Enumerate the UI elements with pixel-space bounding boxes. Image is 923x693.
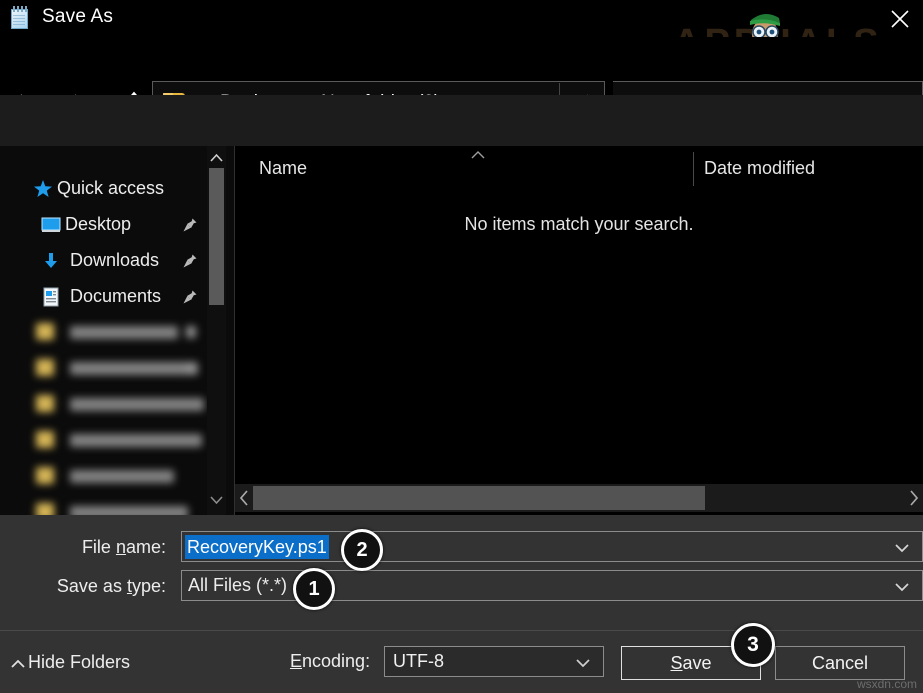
save-as-type-label: Save as type: (0, 576, 166, 597)
navigation-pane: Quick access Desktop Downloads (0, 146, 235, 515)
column-header-name[interactable]: Name (259, 158, 307, 179)
folder-icon (36, 467, 54, 484)
scrollbar-thumb[interactable] (209, 168, 224, 305)
scrollbar-thumb[interactable] (253, 486, 705, 510)
notepad-icon (9, 6, 31, 30)
toolbar: Organize New folder ? (0, 95, 923, 146)
scroll-up-button[interactable] (207, 148, 226, 168)
sort-ascending-icon (467, 148, 489, 162)
sidebar-label: Documents (70, 286, 161, 307)
sidebar-item-redacted[interactable] (0, 315, 215, 351)
chevron-down-icon (211, 497, 222, 503)
desktop-icon (41, 215, 61, 235)
sidebar-scrollbar[interactable] (207, 146, 226, 515)
encoding-combo[interactable]: UTF-8 (384, 646, 604, 677)
downloads-icon (41, 251, 61, 271)
chevron-down-icon (896, 545, 908, 551)
navigation-bar: « Desktop › New folder (2) Search New fo… (0, 37, 923, 95)
cancel-button[interactable]: Cancel (775, 646, 905, 680)
redacted-label (70, 470, 174, 483)
column-header-row: Name Date modified (235, 146, 923, 190)
footer-bar: Hide Folders Encoding: UTF-8 Save Cancel… (0, 630, 923, 693)
encoding-value: UTF-8 (393, 651, 444, 672)
pin-icon[interactable] (182, 289, 198, 305)
scroll-left-button[interactable] (237, 488, 251, 508)
annotation-badge-1: 1 (293, 568, 335, 610)
file-name-label: File name: (0, 537, 166, 558)
sidebar-label: Desktop (65, 214, 131, 235)
chevron-down-icon (896, 584, 908, 590)
star-icon (33, 179, 53, 199)
annotation-badge-2: 2 (341, 529, 383, 571)
column-divider[interactable] (693, 152, 694, 186)
sidebar-label: Downloads (70, 250, 159, 271)
pin-icon[interactable] (182, 253, 198, 269)
redacted-label (70, 398, 204, 411)
close-button[interactable] (877, 0, 923, 34)
redacted-label (70, 362, 198, 375)
file-name-value[interactable]: RecoveryKey.ps1 (185, 535, 329, 559)
annotation-badge-3: 3 (731, 623, 775, 667)
hide-folders-label[interactable]: Hide Folders (28, 652, 130, 673)
save-as-type-value: All Files (*.*) (188, 575, 287, 596)
sidebar-item-desktop[interactable]: Desktop (0, 208, 200, 242)
redacted-label (70, 326, 178, 339)
sidebar-item-quick-access[interactable]: Quick access (0, 172, 200, 206)
file-name-dropdown-button[interactable] (892, 541, 912, 555)
sidebar-item-documents[interactable]: Documents (0, 280, 200, 314)
folder-icon (36, 359, 54, 376)
chevron-left-icon (241, 491, 247, 505)
chevron-up-icon (211, 155, 222, 161)
close-icon (890, 9, 910, 29)
file-list-scrollbar[interactable] (235, 484, 923, 512)
scroll-right-button[interactable] (907, 488, 921, 508)
save-as-dialog: Save As APPUALS (0, 0, 923, 693)
redacted-label (70, 434, 202, 447)
folder-icon (36, 395, 54, 412)
folder-icon (36, 431, 54, 448)
empty-list-message: No items match your search. (235, 214, 923, 235)
save-as-type-dropdown-button[interactable] (892, 580, 912, 594)
sidebar-item-downloads[interactable]: Downloads (0, 244, 200, 278)
form-area: File name: RecoveryKey.ps1 Save as type:… (0, 515, 923, 630)
sidebar-item-redacted[interactable] (0, 351, 215, 387)
encoding-dropdown-button[interactable] (573, 656, 593, 670)
chevron-right-icon (911, 491, 917, 505)
column-header-date-modified[interactable]: Date modified (704, 158, 815, 179)
encoding-label: Encoding: (290, 651, 370, 672)
folder-icon (36, 323, 54, 340)
sidebar-label: Quick access (57, 178, 164, 199)
hide-folders-button[interactable] (8, 656, 28, 672)
watermark-site: wsxdn.com (857, 677, 917, 691)
sidebar-item-redacted[interactable] (0, 387, 215, 423)
window-title: Save As (42, 6, 113, 28)
documents-icon (41, 287, 61, 307)
chevron-down-icon (577, 660, 589, 666)
pin-icon[interactable] (182, 217, 198, 233)
scroll-down-button[interactable] (207, 490, 226, 510)
pin-icon[interactable] (186, 326, 196, 338)
title-bar: Save As APPUALS (0, 0, 923, 37)
sidebar-item-redacted[interactable] (0, 423, 215, 459)
file-list-pane: Name Date modified No items match your s… (235, 146, 923, 515)
file-name-input[interactable]: RecoveryKey.ps1 (181, 531, 923, 562)
sidebar-item-redacted[interactable] (0, 459, 215, 495)
chevron-up-icon (12, 661, 24, 667)
pin-icon[interactable] (186, 362, 196, 374)
